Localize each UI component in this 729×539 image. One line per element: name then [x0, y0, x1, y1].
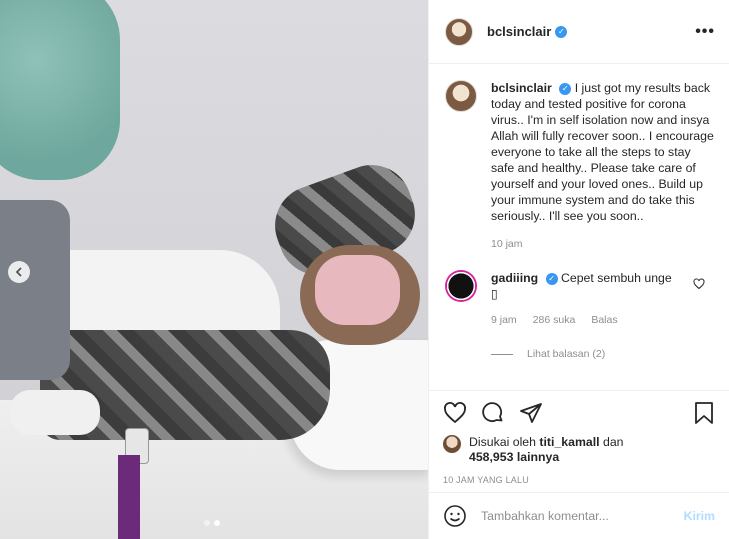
heart-icon: [444, 402, 466, 424]
caption-body: bclsinclair ✓ I just got my results back…: [491, 80, 715, 224]
emoji-button[interactable]: [443, 504, 467, 528]
carousel-indicator: [204, 520, 220, 526]
caption-text: I just got my results back today and tes…: [491, 81, 714, 223]
caption-avatar[interactable]: [445, 80, 477, 112]
heart-icon: [693, 278, 705, 290]
share-icon: [520, 403, 542, 423]
replies-divider: [491, 353, 513, 355]
caption-username[interactable]: bclsinclair: [491, 81, 552, 95]
comment-icon: [482, 402, 503, 423]
author-avatar[interactable]: [445, 17, 473, 46]
bookmark-icon: [695, 402, 713, 424]
more-options-button[interactable]: •••: [695, 23, 715, 41]
carousel-dot-active: [214, 520, 220, 526]
verified-badge-icon: ✓: [545, 272, 558, 285]
verified-badge-icon: ✓: [559, 82, 572, 95]
comment-item: gadiiing ✓ Cepet sembuh unge ▯ 9 jam 286…: [445, 270, 713, 326]
reply-button[interactable]: Balas: [591, 314, 617, 326]
commenter-username[interactable]: gadiiing: [491, 271, 538, 285]
action-bar: [443, 401, 715, 425]
comment-meta: 9 jam 286 suka Balas: [491, 314, 691, 326]
comment-text: Cepet sembuh unge: [560, 271, 672, 285]
caption-meta: 10 jam: [491, 238, 715, 250]
caption-time[interactable]: 10 jam: [491, 238, 523, 250]
likes-text: Disukai oleh titi_kamall dan 458,953 lai…: [469, 435, 624, 465]
photo-surgical-cap: [0, 0, 120, 180]
like-button[interactable]: [443, 401, 467, 425]
post-photo[interactable]: [0, 0, 428, 539]
photo-glove: [10, 390, 100, 435]
chevron-left-icon: [15, 267, 22, 277]
liker-username[interactable]: titi_kamall: [539, 435, 599, 449]
comment-body: gadiiing ✓ Cepet sembuh unge ▯: [491, 270, 691, 302]
likes-count[interactable]: 458,953 lainnya: [469, 450, 559, 464]
verified-badge-icon: ✓: [555, 25, 568, 38]
comment-like-button[interactable]: [693, 278, 705, 290]
post-side-panel: bclsinclair ✓ ••• bclsinclair ✓ I just g…: [428, 0, 729, 539]
post-actions-area: Disukai oleh titi_kamall dan 458,953 lai…: [429, 390, 729, 485]
view-replies-button[interactable]: Lihat balasan (2): [491, 348, 713, 360]
comment-emoji: ▯: [491, 287, 498, 301]
comment-likes[interactable]: 286 suka: [533, 314, 576, 326]
carousel-dot: [204, 520, 210, 526]
photo-nurse: [0, 200, 70, 380]
likes-summary: Disukai oleh titi_kamall dan 458,953 lai…: [443, 435, 715, 465]
liker-avatar[interactable]: [443, 435, 461, 453]
view-replies-label: Lihat balasan (2): [527, 348, 606, 360]
share-button[interactable]: [519, 401, 543, 425]
add-comment-bar: Tambahkan komentar... Kirim: [429, 492, 729, 539]
author-username[interactable]: bclsinclair: [487, 24, 551, 39]
post-comment-button[interactable]: Kirim: [684, 509, 715, 523]
photo-face-mask: [315, 255, 400, 325]
save-button[interactable]: [693, 401, 715, 425]
likes-and: dan: [603, 435, 624, 449]
caption: bclsinclair ✓ I just got my results back…: [445, 80, 715, 250]
post-timestamp[interactable]: 10 JAM YANG LALU: [443, 475, 715, 485]
comment-time[interactable]: 9 jam: [491, 314, 517, 326]
carousel-prev-button[interactable]: [8, 261, 30, 283]
comment-button[interactable]: [481, 401, 505, 425]
commenter-avatar[interactable]: [445, 270, 477, 302]
likes-prefix: Disukai oleh: [469, 435, 536, 449]
comment-input[interactable]: Tambahkan komentar...: [481, 509, 684, 523]
post-header: bclsinclair ✓ •••: [429, 0, 729, 64]
comments-list[interactable]: bclsinclair ✓ I just got my results back…: [429, 64, 729, 390]
photo-wristband: [118, 455, 140, 539]
smiley-icon: [444, 505, 466, 527]
